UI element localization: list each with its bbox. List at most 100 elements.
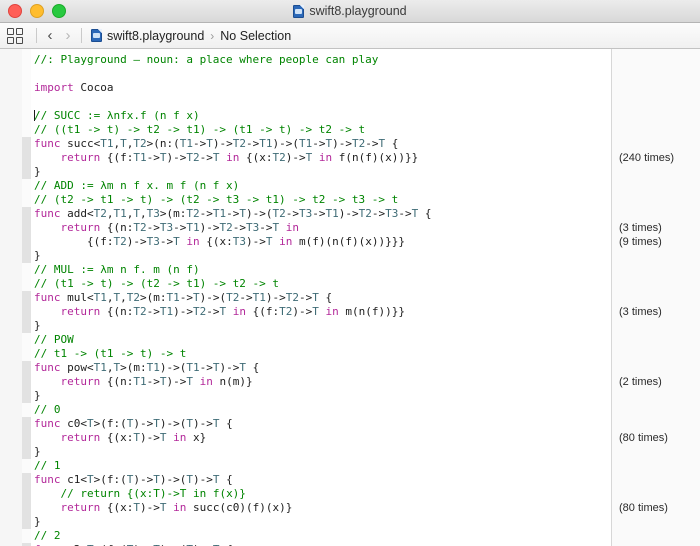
code-token: } [34, 165, 41, 178]
code-token: )-> [245, 235, 266, 248]
code-token: T2 [133, 305, 147, 318]
code-token: T [193, 291, 200, 304]
result-value[interactable]: (3 times) [619, 221, 662, 235]
code-token: T [153, 473, 160, 486]
window-title-bar: swift8.playground [0, 0, 700, 23]
fold-band[interactable] [22, 137, 31, 179]
code-token: T [312, 305, 319, 318]
code-token: Cocoa [80, 81, 114, 94]
breadcrumb-selection[interactable]: No Selection [220, 29, 291, 43]
code-token: T3 [245, 221, 260, 234]
code-token: -> [206, 305, 220, 318]
code-token: T3 [232, 235, 246, 248]
code-token: )-> [292, 305, 313, 318]
code-token: {(x: [245, 151, 273, 164]
fold-band[interactable] [22, 291, 31, 333]
code-token: T [239, 361, 246, 374]
code-line: } [31, 445, 612, 459]
code-token: T [133, 501, 140, 514]
code-token: -> [179, 291, 193, 304]
code-token: -> [146, 375, 160, 388]
code-token: >(m: [159, 207, 187, 220]
code-token: >(f:( [93, 417, 127, 430]
code-token: -> [146, 221, 160, 234]
code-line: func mul<T1,T,T2>(m:T1->T)->(T2->T1)->T2… [31, 291, 612, 305]
code-line: return {(n:T1->T)->T in n(m)} [31, 375, 612, 389]
code-line: // (t2 -> t1 -> t) -> (t2 -> t3 -> t1) -… [31, 193, 612, 207]
code-token: T2 [272, 207, 286, 220]
breadcrumb-file[interactable]: swift8.playground [107, 29, 204, 43]
code-token: {(f: [106, 151, 134, 164]
code-line: func succ<T1,T,T2>(n:(T1->T)->T2->T1)->(… [31, 137, 612, 151]
code-token: )->( [159, 361, 187, 374]
result-value[interactable]: (2 times) [619, 375, 662, 389]
code-token: T2 [232, 137, 246, 150]
code-token: // return {(x:T)->T in f(x)} [60, 487, 246, 500]
code-token: {(n: [106, 305, 134, 318]
code-line: // 1 [31, 459, 612, 473]
code-token: {(n: [106, 221, 134, 234]
code-line: func pow<T1,T>(m:T1)->(T1->T)->T { [31, 361, 612, 375]
code-line: // MUL := λm n f. m (n f) [31, 263, 612, 277]
code-token: T2 [352, 137, 366, 150]
code-token: -> [159, 235, 174, 248]
code-token: T [312, 291, 319, 304]
code-token: } [34, 389, 41, 402]
related-items-grid-icon[interactable] [7, 27, 23, 44]
code-token: T1 [100, 137, 114, 150]
result-value[interactable]: (80 times) [619, 501, 668, 515]
code-token: -> [199, 207, 213, 220]
code-token: T1 [259, 137, 273, 150]
fold-band[interactable] [22, 473, 31, 529]
result-value[interactable]: (3 times) [619, 305, 662, 319]
code-token: T2 [358, 207, 372, 220]
code-token: f(n(f)(x))}} [338, 151, 419, 164]
code-line: return {(n:T2->T1)->T2->T in {(f:T2)->T … [31, 305, 612, 319]
forward-chevron-icon[interactable]: › [59, 26, 77, 46]
fold-band[interactable] [22, 361, 31, 403]
code-token: T1 [113, 207, 127, 220]
code-token: )-> [139, 431, 160, 444]
code-token: succ(c0)(f)(x)} [192, 501, 293, 514]
code-line: // POW [31, 333, 612, 347]
result-value[interactable]: (80 times) [619, 431, 668, 445]
code-token: T3 [146, 235, 160, 248]
code-token: -> [246, 137, 260, 150]
code-token: in [166, 431, 193, 444]
code-line: func c0<T>(f:(T)->T)->(T)->T { [31, 417, 612, 431]
code-token: -> [199, 151, 213, 164]
code-token: T [87, 473, 94, 486]
code-token: in [312, 151, 339, 164]
fold-band[interactable] [22, 417, 31, 459]
code-token: )->( [159, 417, 187, 430]
editor-left-rail [0, 49, 23, 546]
code-token: return [60, 151, 107, 164]
code-token: T [133, 207, 140, 220]
code-token: T [212, 417, 220, 430]
code-token: T1 [166, 291, 180, 304]
result-value[interactable]: (9 times) [619, 235, 662, 249]
code-text-area[interactable]: //: Playground – noun: a place where peo… [31, 49, 612, 546]
code-token: // 2 [34, 529, 61, 542]
code-token: >(n:( [146, 137, 180, 150]
code-token: T [87, 417, 94, 430]
back-chevron-icon[interactable]: ‹ [41, 26, 59, 46]
code-token: { [219, 473, 233, 486]
code-token: c1< [67, 473, 87, 486]
code-token: { [385, 137, 399, 150]
toolbar-divider [81, 28, 82, 43]
code-line: //: Playground – noun: a place where peo… [31, 53, 612, 67]
code-token: T [173, 235, 180, 248]
code-line: // t1 -> (t1 -> t) -> t [31, 347, 612, 361]
code-folding-gutter[interactable] [22, 49, 31, 546]
code-token: T1 [186, 361, 200, 374]
code-token: )-> [285, 151, 306, 164]
fold-band[interactable] [22, 207, 31, 263]
code-token: )-> [332, 137, 352, 150]
code-token: )-> [133, 473, 154, 486]
result-value[interactable]: (240 times) [619, 151, 674, 165]
